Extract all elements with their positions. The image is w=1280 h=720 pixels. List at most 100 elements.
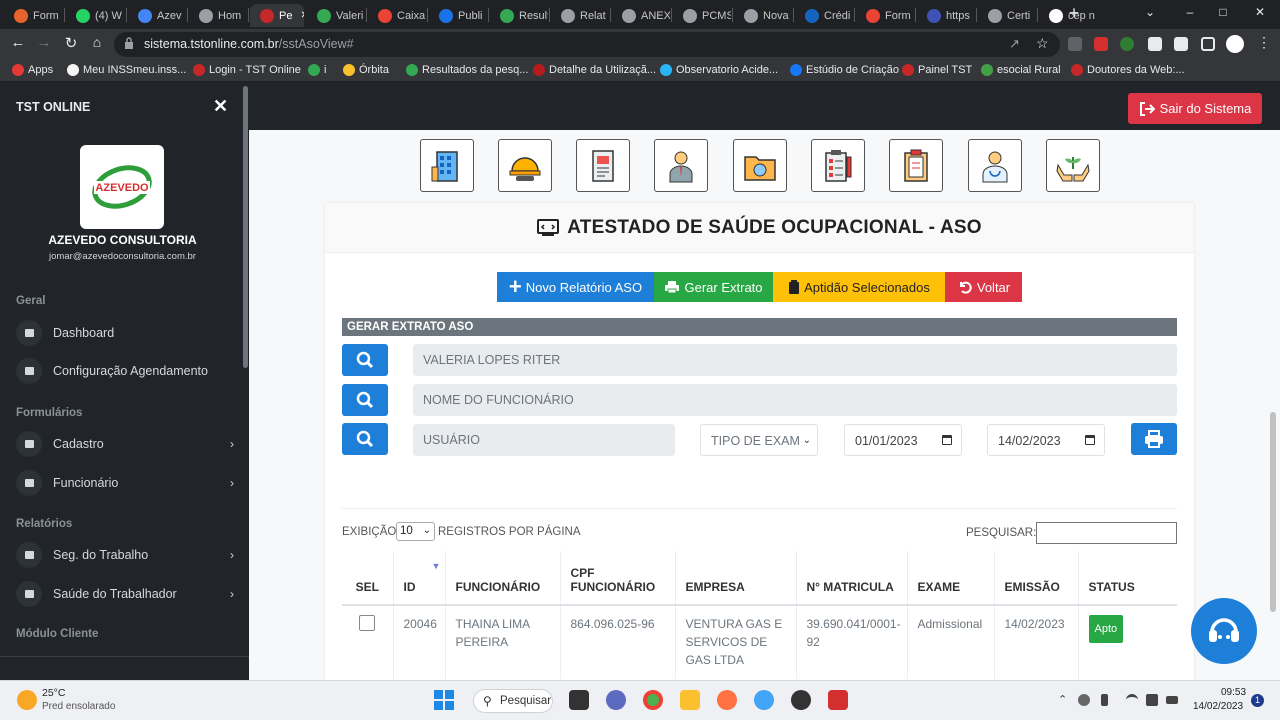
search-funcionario-button[interactable] bbox=[342, 384, 388, 416]
browser-tab[interactable]: (4) W bbox=[66, 4, 125, 27]
module-employee-button[interactable] bbox=[654, 139, 708, 192]
table-search-input[interactable] bbox=[1036, 522, 1177, 544]
profile-avatar[interactable] bbox=[1226, 35, 1244, 53]
close-icon[interactable]: ✕ bbox=[213, 96, 228, 117]
clock-time[interactable]: 09:53 bbox=[1221, 687, 1246, 698]
app-icon[interactable] bbox=[791, 690, 811, 710]
row-checkbox[interactable] bbox=[359, 615, 376, 631]
extension-icon[interactable] bbox=[1120, 37, 1134, 51]
pdf-reader-icon[interactable] bbox=[828, 690, 848, 710]
module-clipboard-button[interactable] bbox=[889, 139, 943, 192]
search-empresa-button[interactable] bbox=[342, 344, 388, 376]
chevron-up-icon[interactable]: ⌃ bbox=[1058, 693, 1067, 706]
sort-desc-icon[interactable]: ▼ bbox=[432, 561, 441, 571]
browser-tab[interactable]: Result bbox=[490, 4, 548, 27]
file-explorer-icon[interactable] bbox=[680, 690, 700, 710]
page-scrollbar[interactable] bbox=[1270, 412, 1276, 612]
browser-tab[interactable]: PCMS bbox=[673, 4, 731, 27]
status-badge[interactable]: Apto bbox=[1088, 615, 1124, 643]
new-tab-button[interactable]: + bbox=[1064, 4, 1084, 24]
back-button[interactable]: Voltar bbox=[945, 272, 1022, 302]
table-row[interactable]: 20046 THAINA LIMA PEREIRA 864.096.025-96… bbox=[342, 605, 1177, 679]
module-care-button[interactable] bbox=[1046, 139, 1100, 192]
bookmark-item[interactable]: Meu INSSmeu.inss... bbox=[67, 64, 186, 76]
date-to-field[interactable]: 14/02/2023 bbox=[987, 424, 1105, 456]
puzzle-icon[interactable] bbox=[1174, 37, 1188, 51]
funcionario-field[interactable]: NOME DO FUNCIONÁRIO bbox=[413, 384, 1177, 416]
page-size-select[interactable]: 10 ⌄ bbox=[396, 522, 435, 541]
browser-tab[interactable]: Valeri bbox=[307, 4, 365, 27]
cloud-icon[interactable] bbox=[1078, 694, 1090, 706]
column-header[interactable]: CPF FUNCIONÁRIO bbox=[560, 551, 676, 606]
volume-icon[interactable] bbox=[1146, 694, 1158, 706]
bookmark-item[interactable]: Órbita bbox=[343, 64, 389, 76]
browser-tab[interactable]: Hom bbox=[189, 4, 247, 27]
tab-close-icon[interactable]: ✕ bbox=[300, 10, 304, 21]
module-document-button[interactable] bbox=[576, 139, 630, 192]
weather-temperature[interactable]: 25°C bbox=[42, 687, 65, 699]
app-icon[interactable] bbox=[754, 690, 774, 710]
print-button[interactable] bbox=[1131, 423, 1177, 455]
browser-tab[interactable]: Certi bbox=[978, 4, 1036, 27]
extension-icon[interactable] bbox=[1068, 37, 1082, 51]
bookmark-item[interactable]: esocial Rural bbox=[981, 64, 1061, 76]
sidebar-item-configuracao-agendamento[interactable]: Configuração Agendamento bbox=[16, 357, 238, 385]
close-window-icon[interactable]: ✕ bbox=[1250, 5, 1270, 19]
minimize-icon[interactable]: – bbox=[1180, 5, 1200, 19]
sidebar-item-cadastro[interactable]: Cadastro › bbox=[16, 430, 238, 458]
browser-tab[interactable]: Publi bbox=[429, 4, 487, 27]
bookmark-item[interactable]: Apps bbox=[12, 64, 53, 76]
bookmark-item[interactable]: Estúdio de Criação bbox=[790, 64, 899, 76]
column-header[interactable]: SEL bbox=[342, 551, 394, 606]
taskbar-search[interactable]: ⚲ Pesquisar bbox=[473, 689, 553, 713]
chevron-down-icon[interactable]: ⌄ bbox=[1140, 5, 1160, 19]
bookmark-item[interactable]: Painel TST bbox=[902, 64, 972, 76]
module-safety-button[interactable] bbox=[498, 139, 552, 192]
chat-icon[interactable] bbox=[606, 690, 626, 710]
back-icon[interactable]: ← bbox=[8, 34, 28, 51]
weather-icon[interactable] bbox=[17, 690, 37, 710]
weather-description[interactable]: Pred ensolarado bbox=[42, 701, 115, 712]
calendar-icon[interactable] bbox=[942, 435, 952, 445]
wifi-icon[interactable] bbox=[1126, 694, 1138, 706]
battery-icon[interactable] bbox=[1166, 696, 1178, 704]
forward-icon[interactable]: → bbox=[34, 34, 54, 51]
bookmark-item[interactable]: Detalhe da Utilizaçã... bbox=[533, 64, 656, 76]
sidebar-item-dashboard[interactable]: Dashboard bbox=[16, 319, 238, 347]
extension-icon[interactable] bbox=[1148, 37, 1162, 51]
module-folder-button[interactable] bbox=[733, 139, 787, 192]
maximize-icon[interactable]: □ bbox=[1213, 5, 1233, 19]
browser-tab[interactable]: ANEX bbox=[612, 4, 670, 27]
sidebar-item-saude-trabalhador[interactable]: Saúde do Trabalhador › bbox=[16, 580, 238, 608]
column-header[interactable]: EMISSÃO bbox=[994, 551, 1079, 606]
browser-tab[interactable]: Relat bbox=[551, 4, 609, 27]
extension-icon[interactable] bbox=[1094, 37, 1108, 51]
microphone-icon[interactable] bbox=[1101, 694, 1108, 706]
selected-aptitude-button[interactable]: Aptidão Selecionados bbox=[773, 272, 945, 302]
support-chat-button[interactable] bbox=[1191, 598, 1257, 664]
column-header[interactable]: N° MATRICULA bbox=[796, 551, 908, 606]
side-panel-icon[interactable] bbox=[1201, 37, 1215, 51]
new-aso-report-button[interactable]: + Novo Relatório ASO bbox=[497, 272, 654, 302]
chrome-icon[interactable] bbox=[643, 690, 663, 710]
module-building-button[interactable] bbox=[420, 139, 474, 192]
column-header[interactable]: EMPRESA bbox=[675, 551, 797, 606]
bookmark-item[interactable]: Doutores da Web:... bbox=[1071, 64, 1185, 76]
usuario-field[interactable]: USUÁRIO bbox=[413, 424, 675, 456]
browser-tab[interactable]: Pe ✕ bbox=[250, 4, 304, 27]
tipo-exame-select[interactable]: TIPO DE EXAM ⌄ bbox=[700, 424, 818, 456]
firefox-icon[interactable] bbox=[717, 690, 737, 710]
notification-icon[interactable]: 1 bbox=[1251, 694, 1264, 707]
sidebar-scrollbar[interactable] bbox=[243, 86, 248, 368]
browser-tab[interactable]: https bbox=[917, 4, 975, 27]
generate-statement-button[interactable]: Gerar Extrato bbox=[654, 272, 773, 302]
date-from-field[interactable]: 01/01/2023 bbox=[844, 424, 962, 456]
module-checklist-button[interactable] bbox=[811, 139, 865, 192]
task-view-icon[interactable] bbox=[569, 690, 589, 710]
menu-icon[interactable]: ⋮ bbox=[1254, 34, 1274, 51]
reload-icon[interactable]: ↻ bbox=[61, 34, 81, 52]
column-header[interactable]: FUNCIONÁRIO bbox=[445, 551, 561, 606]
column-header[interactable]: STATUS bbox=[1078, 551, 1177, 606]
module-doctor-button[interactable] bbox=[968, 139, 1022, 192]
browser-tab[interactable]: Nova bbox=[734, 4, 792, 27]
